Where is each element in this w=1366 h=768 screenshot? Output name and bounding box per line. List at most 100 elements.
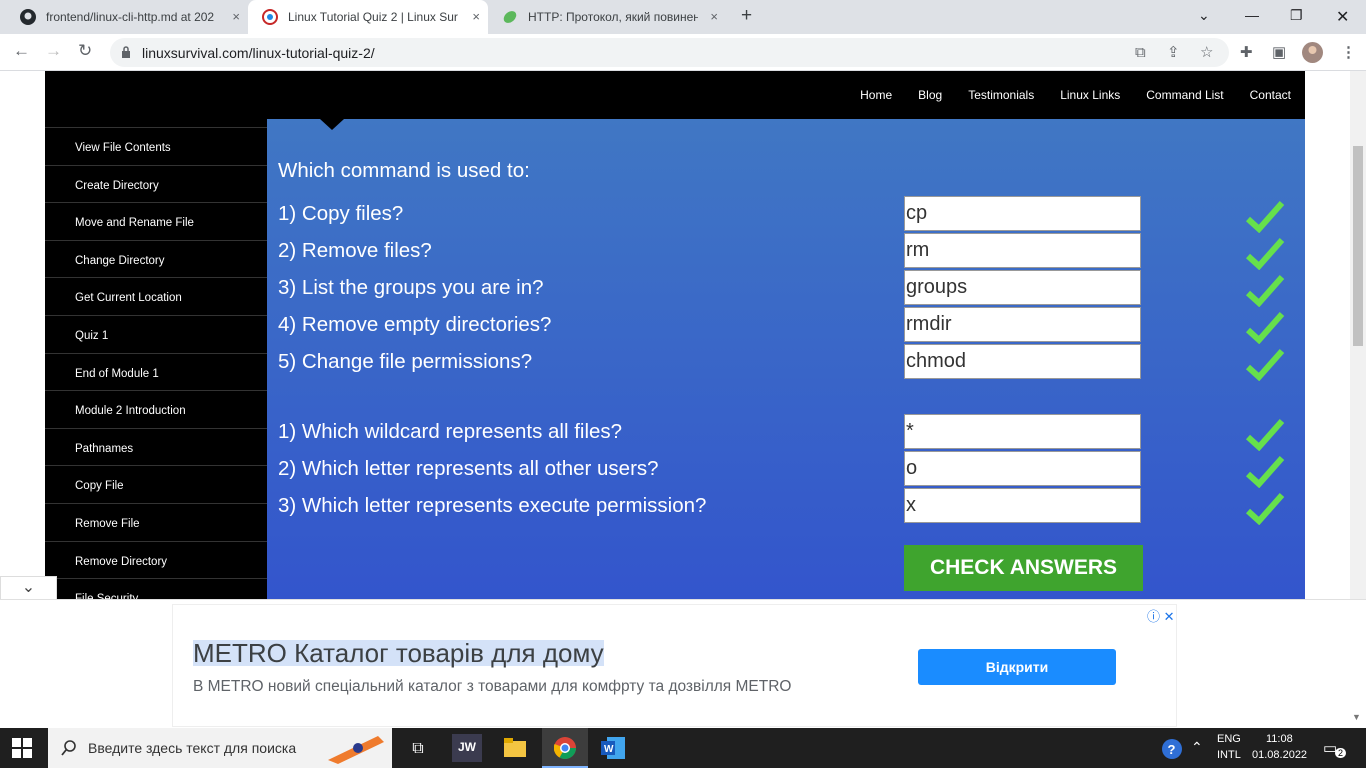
browser-toolbar: ← → ↻ linuxsurvival.com/linux-tutorial-q… bbox=[0, 34, 1366, 71]
nav-command-list[interactable]: Command List bbox=[1146, 88, 1223, 102]
sidebar-item-change-directory[interactable]: Change Directory bbox=[45, 239, 267, 278]
checkmark-icon bbox=[1245, 312, 1285, 344]
checkmark-icon bbox=[1245, 238, 1285, 270]
close-icon[interactable]: × bbox=[232, 9, 240, 24]
ad-open-button[interactable]: Відкрити bbox=[918, 649, 1116, 685]
page-scrollbar[interactable] bbox=[1350, 71, 1366, 599]
tab-search-icon[interactable]: ⌄ bbox=[1198, 7, 1210, 24]
tab-http[interactable]: HTTP: Протокол, який повинен × bbox=[488, 0, 726, 34]
answer-input-4[interactable]: rmdir bbox=[904, 307, 1141, 342]
lock-icon bbox=[122, 46, 130, 58]
search-highlight-icon bbox=[328, 736, 384, 764]
ad-text: В METRO новий спеціальний каталог з това… bbox=[193, 678, 792, 695]
windows-start-icon[interactable] bbox=[12, 738, 32, 758]
windows-taskbar: Введите здесь текст для поиска ⧉ JW W ? … bbox=[0, 728, 1366, 768]
jw-app-icon[interactable]: JW bbox=[452, 734, 482, 762]
question-6: 1) Which wildcard represents all files? bbox=[278, 420, 623, 443]
checkmark-icon bbox=[1245, 456, 1285, 488]
side-panel-icon[interactable]: ▣ bbox=[1272, 43, 1286, 61]
site-container: Home Blog Testimonials Linux Links Comma… bbox=[45, 71, 1305, 605]
file-explorer-icon[interactable] bbox=[504, 738, 526, 758]
sidebar-item-copy-file[interactable]: Copy File bbox=[45, 465, 267, 503]
ad-title[interactable]: METRO Каталог товарів для дому bbox=[193, 640, 604, 666]
search-icon bbox=[61, 740, 76, 756]
input-language[interactable]: ENG bbox=[1217, 733, 1241, 745]
question-7: 2) Which letter represents all other use… bbox=[278, 457, 659, 480]
check-answers-button[interactable]: CHECK ANSWERS bbox=[904, 545, 1143, 591]
question-2: 2) Remove files? bbox=[278, 239, 432, 262]
nav-home[interactable]: Home bbox=[860, 88, 892, 102]
avatar[interactable] bbox=[1302, 42, 1323, 63]
notch-marker bbox=[320, 119, 344, 130]
new-tab-button[interactable]: + bbox=[741, 5, 752, 27]
sidebar: View File Contents Create Directory Move… bbox=[45, 127, 267, 616]
extensions-icon[interactable]: ✚ bbox=[1240, 43, 1253, 61]
restore-icon[interactable]: ❐ bbox=[1290, 7, 1303, 24]
checkmark-icon bbox=[1245, 201, 1285, 233]
bookmark-star-icon[interactable]: ☆ bbox=[1200, 43, 1213, 61]
answer-input-8[interactable]: x bbox=[904, 488, 1141, 523]
sidebar-item-end-of-module-1[interactable]: End of Module 1 bbox=[45, 352, 267, 391]
nav-contact[interactable]: Contact bbox=[1250, 88, 1291, 102]
forward-icon[interactable]: → bbox=[45, 41, 62, 61]
question-4: 4) Remove empty directories? bbox=[278, 313, 552, 336]
linuxsurvival-icon bbox=[262, 9, 278, 25]
address-bar[interactable]: linuxsurvival.com/linux-tutorial-quiz-2/… bbox=[110, 38, 1229, 67]
taskbar-search-box[interactable]: Введите здесь текст для поиска bbox=[48, 728, 392, 768]
clock-time[interactable]: 11:08 bbox=[1266, 733, 1293, 745]
sidebar-item-view-file-contents[interactable]: View File Contents bbox=[45, 127, 267, 165]
tab-title: HTTP: Протокол, який повинен bbox=[528, 10, 698, 24]
answer-input-5[interactable]: chmod bbox=[904, 344, 1141, 379]
question-1: 1) Copy files? bbox=[278, 202, 404, 225]
minimize-icon[interactable]: — bbox=[1245, 7, 1259, 23]
sidebar-item-remove-file[interactable]: Remove File bbox=[45, 502, 267, 541]
answer-input-2[interactable]: rm bbox=[904, 233, 1141, 268]
close-window-icon[interactable]: ✕ bbox=[1336, 7, 1349, 27]
nav-blog[interactable]: Blog bbox=[918, 88, 942, 102]
checkmark-icon bbox=[1245, 419, 1285, 451]
answer-input-7[interactable]: o bbox=[904, 451, 1141, 486]
site-nav: Home Blog Testimonials Linux Links Comma… bbox=[860, 88, 1291, 102]
back-icon[interactable]: ← bbox=[13, 41, 30, 61]
ad-info-close-icon[interactable]: ⓘ ✕ bbox=[1147, 606, 1175, 625]
question-5: 5) Change file permissions? bbox=[278, 350, 533, 373]
nav-testimonials[interactable]: Testimonials bbox=[968, 88, 1034, 102]
clock-date[interactable]: 01.08.2022 bbox=[1252, 749, 1307, 761]
word-icon[interactable]: W bbox=[601, 737, 625, 759]
menu-icon[interactable]: ⋮ bbox=[1341, 43, 1356, 61]
sidebar-item-quiz-1[interactable]: Quiz 1 bbox=[45, 314, 267, 353]
search-placeholder: Введите здесь текст для поиска bbox=[88, 740, 297, 756]
scrollbar-thumb[interactable] bbox=[1353, 146, 1363, 346]
input-layout[interactable]: INTL bbox=[1217, 749, 1241, 761]
nav-linux-links[interactable]: Linux Links bbox=[1060, 88, 1120, 102]
tab-github[interactable]: frontend/linux-cli-http.md at 202 × bbox=[6, 0, 248, 34]
github-icon bbox=[20, 9, 36, 25]
answer-input-3[interactable]: groups bbox=[904, 270, 1141, 305]
close-icon[interactable]: × bbox=[710, 9, 718, 24]
ad-banner: ⓘ ✕ METRO Каталог товарів для дому В MET… bbox=[0, 599, 1366, 728]
chrome-taskbar-button[interactable] bbox=[542, 728, 588, 768]
tray-overflow-icon[interactable]: ⌃ bbox=[1191, 739, 1203, 756]
quiz-heading: Which command is used to: bbox=[278, 159, 530, 182]
sidebar-item-pathnames[interactable]: Pathnames bbox=[45, 427, 267, 466]
sidebar-item-get-current-location[interactable]: Get Current Location bbox=[45, 277, 267, 315]
sidebar-item-remove-directory[interactable]: Remove Directory bbox=[45, 540, 267, 579]
tab-linuxsurvival[interactable]: Linux Tutorial Quiz 2 | Linux Survi × bbox=[248, 0, 488, 34]
checkmark-icon bbox=[1245, 493, 1285, 525]
tab-title: frontend/linux-cli-http.md at 202 bbox=[46, 10, 215, 24]
sidebar-item-module-2-intro[interactable]: Module 2 Introduction bbox=[45, 390, 267, 428]
close-icon[interactable]: × bbox=[472, 9, 480, 24]
ad-container[interactable]: ⓘ ✕ METRO Каталог товарів для дому В MET… bbox=[172, 604, 1177, 727]
translate-icon[interactable]: ⧉ bbox=[1135, 44, 1146, 61]
scroll-down-arrow-icon[interactable]: ▼ bbox=[1352, 712, 1361, 722]
sidebar-item-move-rename-file[interactable]: Move and Rename File bbox=[45, 202, 267, 240]
task-view-icon[interactable]: ⧉ bbox=[403, 734, 433, 762]
share-icon[interactable]: ⇪ bbox=[1167, 43, 1180, 61]
question-3: 3) List the groups you are in? bbox=[278, 276, 544, 299]
help-icon[interactable]: ? bbox=[1161, 738, 1183, 760]
sidebar-item-create-directory[interactable]: Create Directory bbox=[45, 164, 267, 203]
answer-input-1[interactable]: cp bbox=[904, 196, 1141, 231]
answer-input-6[interactable]: * bbox=[904, 414, 1141, 449]
url-text: linuxsurvival.com/linux-tutorial-quiz-2/ bbox=[142, 45, 375, 61]
reload-icon[interactable]: ↻ bbox=[78, 41, 92, 61]
